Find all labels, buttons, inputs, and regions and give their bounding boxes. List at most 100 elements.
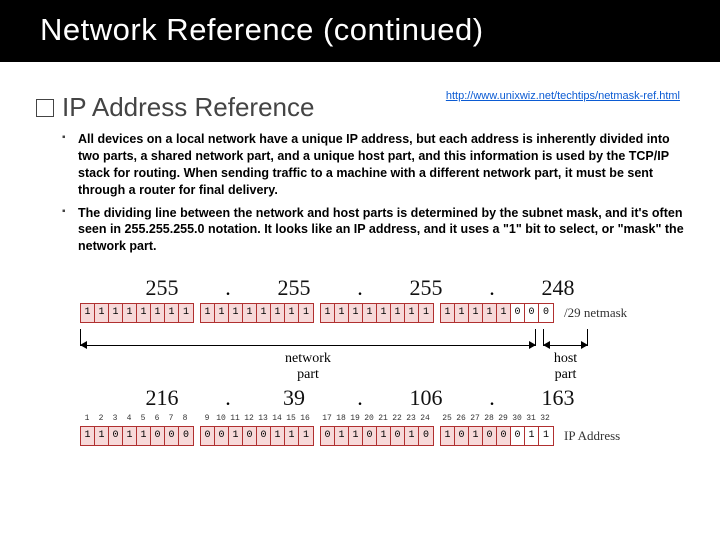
bit-cell: 1 (299, 427, 313, 445)
bit-cell: 0 (497, 427, 511, 445)
bit-cell: 1 (123, 304, 137, 322)
bit-cell: 1 (137, 304, 151, 322)
bit-cell: 0 (201, 427, 215, 445)
bullet-item: All devices on a local network have a un… (62, 131, 684, 199)
subheading-text: IP Address Reference (62, 92, 314, 123)
bit-cell: 0 (179, 427, 193, 445)
bit-cell: 1 (539, 427, 553, 445)
bit-cell: 0 (215, 427, 229, 445)
bit-position: 18 (334, 413, 348, 425)
bit-position: 32 (538, 413, 552, 425)
network-part-bracket: network part (80, 327, 536, 383)
netmask-octet: 255 (235, 275, 353, 303)
bit-cell: 1 (335, 427, 349, 445)
bit-cell: 1 (165, 304, 179, 322)
bit-cell: 1 (497, 304, 511, 322)
bit-position: 27 (468, 413, 482, 425)
bit-position: 22 (390, 413, 404, 425)
bit-position: 8 (178, 413, 192, 425)
bit-cell: 0 (165, 427, 179, 445)
bit-cell: 1 (215, 304, 229, 322)
bit-cell: 1 (81, 427, 95, 445)
bit-cell: 0 (151, 427, 165, 445)
ip-label: IP Address (564, 428, 620, 444)
ip-bits-row: 11011000001001110110101010100011 (80, 426, 554, 446)
bit-cell: 1 (441, 304, 455, 322)
bit-cell: 1 (469, 427, 483, 445)
netmask-bits-row: 11111111111111111111111111111000 (80, 303, 554, 323)
bit-position: 15 (284, 413, 298, 425)
bit-cell: 0 (511, 304, 525, 322)
netmask-octet: 248 (499, 275, 617, 303)
bit-cell: 1 (299, 304, 313, 322)
bit-position: 26 (454, 413, 468, 425)
bit-position: 28 (482, 413, 496, 425)
bit-cell: 1 (405, 427, 419, 445)
bit-cell: 1 (377, 427, 391, 445)
bit-cell: 1 (483, 304, 497, 322)
bit-position: 5 (136, 413, 150, 425)
bit-cell: 1 (469, 304, 483, 322)
bit-cell: 1 (271, 304, 285, 322)
bit-position: 2 (94, 413, 108, 425)
host-part-label: host part (543, 351, 588, 383)
bit-cell: 1 (377, 304, 391, 322)
bit-position: 12 (242, 413, 256, 425)
bit-cell: 1 (257, 304, 271, 322)
bit-cell: 1 (419, 304, 433, 322)
partition-brackets: network part host part (80, 327, 640, 383)
bit-cell: 1 (95, 427, 109, 445)
ip-octet: 39 (235, 385, 353, 413)
bit-cell: 1 (441, 427, 455, 445)
bit-position: 20 (362, 413, 376, 425)
bit-cell: 0 (525, 304, 539, 322)
bit-cell: 1 (243, 304, 257, 322)
bit-cell: 0 (109, 427, 123, 445)
dot-icon: . (221, 275, 235, 303)
bit-position: 21 (376, 413, 390, 425)
bit-position: 14 (270, 413, 284, 425)
netmask-octet: 255 (367, 275, 485, 303)
bit-position: 10 (214, 413, 228, 425)
bit-position: 24 (418, 413, 432, 425)
dot-icon: . (221, 385, 235, 413)
bit-position: 25 (440, 413, 454, 425)
bit-cell: 1 (405, 304, 419, 322)
bit-cell: 0 (363, 427, 377, 445)
reference-url-link[interactable]: http://www.unixwiz.net/techtips/netmask-… (446, 90, 680, 102)
bit-position: 19 (348, 413, 362, 425)
bit-cell: 1 (349, 427, 363, 445)
bit-position: 17 (320, 413, 334, 425)
bit-cell: 1 (109, 304, 123, 322)
host-part-bracket: host part (543, 327, 588, 383)
bit-position: 23 (404, 413, 418, 425)
dot-icon: . (353, 385, 367, 413)
slide-title: Network Reference (continued) (0, 0, 720, 62)
bit-position: 16 (298, 413, 312, 425)
bit-cell: 0 (391, 427, 405, 445)
bit-cell: 1 (525, 427, 539, 445)
bit-cell: 0 (419, 427, 433, 445)
bit-cell: 1 (95, 304, 109, 322)
bit-position: 6 (150, 413, 164, 425)
ip-octet: 163 (499, 385, 617, 413)
bit-cell: 0 (511, 427, 525, 445)
bit-cell: 1 (285, 427, 299, 445)
bit-position: 30 (510, 413, 524, 425)
bit-cell: 1 (335, 304, 349, 322)
bit-cell: 0 (483, 427, 497, 445)
bit-cell: 1 (285, 304, 299, 322)
ip-octet: 216 (103, 385, 221, 413)
bit-position: 31 (524, 413, 538, 425)
bit-cell: 1 (137, 427, 151, 445)
dot-icon: . (485, 385, 499, 413)
dot-icon: . (353, 275, 367, 303)
bit-position-row: 1234567891011121314151617181920212223242… (80, 413, 640, 425)
bit-cell: 0 (257, 427, 271, 445)
bullet-list: All devices on a local network have a un… (62, 131, 684, 255)
bit-position: 11 (228, 413, 242, 425)
bullet-item: The dividing line between the network an… (62, 205, 684, 256)
network-part-label: network part (80, 351, 536, 383)
bit-cell: 1 (321, 304, 335, 322)
bullet-box-icon (36, 99, 54, 117)
